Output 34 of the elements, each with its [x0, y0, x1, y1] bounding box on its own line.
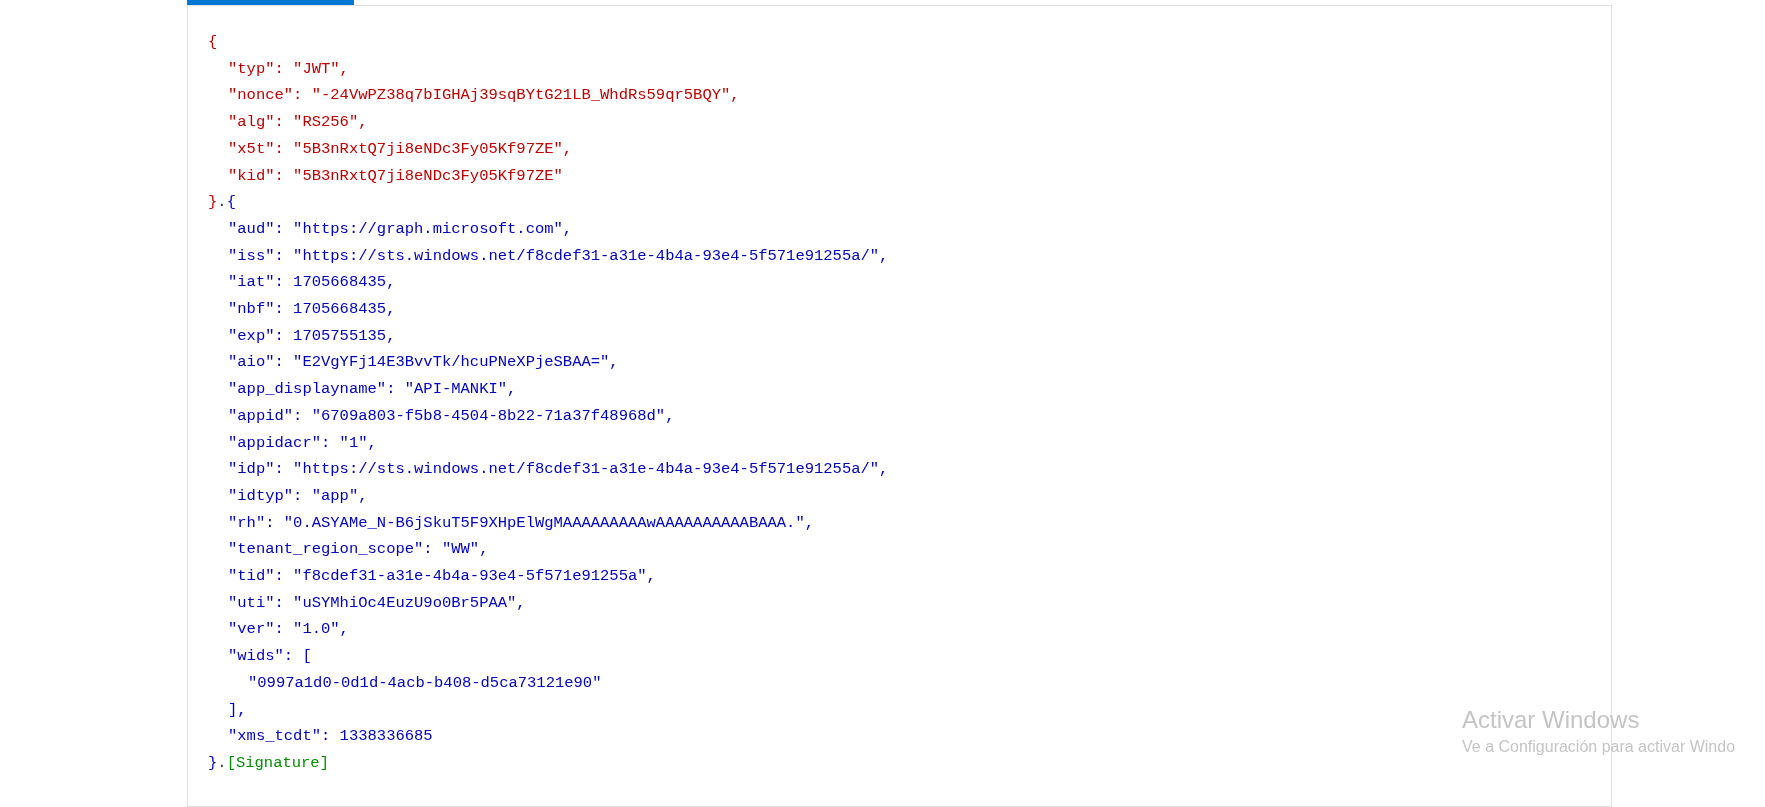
brace: {: [226, 192, 236, 214]
code-line: ],: [227, 699, 247, 721]
separator-dot: .: [217, 753, 227, 774]
code-line: "aio": "E2VgYFj14E3BvvTk/hcuPNeXPjeSBAA=",: [227, 352, 619, 374]
separator-dot: .: [217, 192, 227, 214]
code-line: "iss": "https://sts.windows.net/f8cdef31-a31e-4b4a-93e4-5f571e91255a/",: [227, 245, 889, 267]
code-line: "idp": "https://sts.windows.net/f8cdef31-a31e-4b4a-93e4-5f571e91255a/",: [227, 459, 889, 481]
code-line: "ver": "1.0",: [227, 619, 349, 641]
signature-label: [Signature]: [226, 753, 329, 774]
code-line: "idtyp": "app",: [227, 485, 368, 507]
code-line: "tid": "f8cdef31-a31e-4b4a-93e4-5f571e91255a",: [227, 566, 656, 588]
code-line: "wids": [: [227, 646, 312, 668]
code-line: "alg": "RS256",: [227, 112, 368, 134]
code-line: "app_displayname": "API-MANKI",: [227, 379, 517, 401]
code-line: "xms_tcdt": 1338336685: [227, 726, 433, 748]
code-line: "uti": "uSYMhiOc4EuzU9o0Br5PAA",: [227, 592, 526, 614]
brace: }: [208, 753, 218, 774]
code-line: "appidacr": "1",: [227, 432, 377, 454]
code-line: "iat": 1705668435,: [227, 272, 396, 294]
code-line: "appid": "6709a803-f5b8-4504-8b22-71a37f48968d",: [227, 405, 675, 427]
activation-title: Activar Windows: [1462, 705, 1641, 735]
code-line: "aud": "https://graph.microsoft.com",: [227, 218, 573, 240]
code-line: "kid": "5B3nRxtQ7ji8eNDc3Fy05Kf97ZE": [227, 165, 563, 187]
code-line: "rh": "0.ASYAMe_N-B6jSkuT5F9XHpElWgMAAAAAAAAAwAAAAAAAAAABAAA.",: [227, 512, 814, 534]
code-line: "nonce": "-24VwPZ38q7bIGHAj39sqBYtG21LB_WhdRs59qr5BQY",: [227, 85, 740, 107]
code-line: "nbf": 1705668435,: [227, 299, 396, 321]
brace: {: [208, 32, 218, 53]
code-line: "exp": 1705755135,: [227, 325, 396, 347]
code-line: "0997a1d0-0d1d-4acb-b408-d5ca73121e90": [247, 672, 602, 694]
code-line: "x5t": "5B3nRxtQ7ji8eNDc3Fy05Kf97ZE",: [227, 138, 573, 160]
code-line: "tenant_region_scope": "WW",: [227, 539, 489, 561]
code-line: "typ": "JWT",: [227, 58, 349, 80]
activation-message: Ve a Configuración para activar Windo: [1462, 737, 1736, 757]
brace: }: [208, 192, 218, 214]
